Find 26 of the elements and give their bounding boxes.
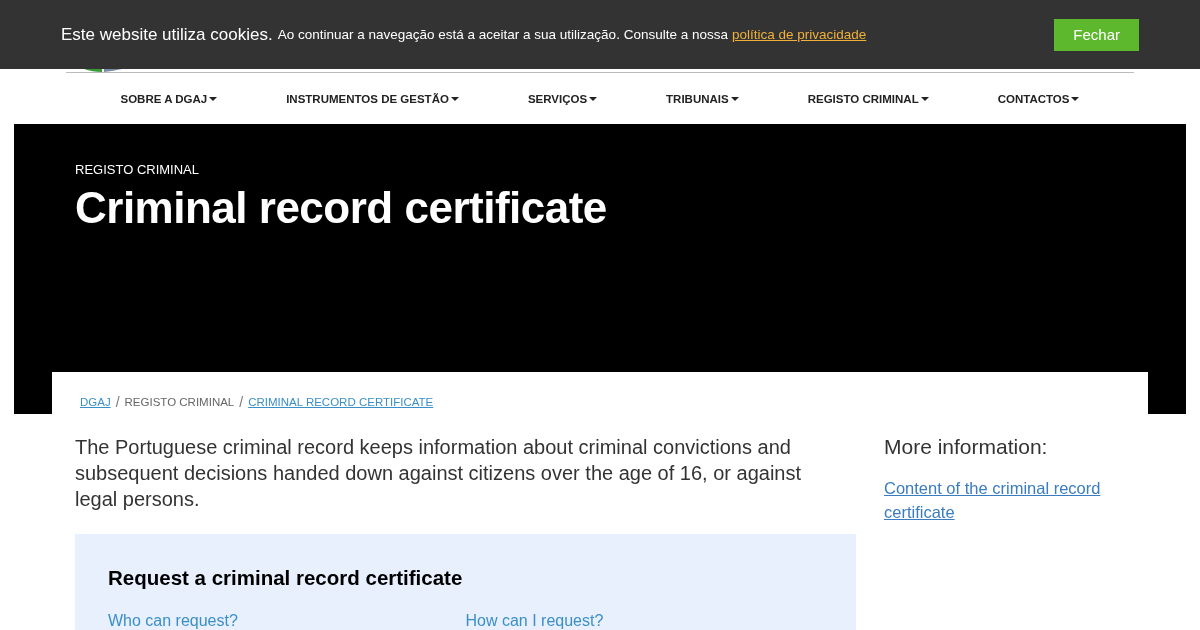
- cookie-text: Ao continuar a navegação está a aceitar a sua utilização. Consulte a nossa: [277, 27, 728, 42]
- caret-icon: [209, 96, 218, 101]
- sidebar-title: More information:: [884, 434, 1049, 460]
- breadcrumb-current: REGISTO CRIMINAL: [124, 396, 235, 408]
- caret-icon: [589, 96, 598, 101]
- intro-paragraph: The Portuguese criminal record keeps information about criminal convictions and subsequent decisions handed down against citizens over the age of 16, or against legal persons.: [75, 435, 803, 512]
- sidebar-link[interactable]: Content of the criminal record certificate: [884, 476, 1144, 524]
- breadcrumb-separator: /: [239, 394, 244, 410]
- caret-icon: [1071, 96, 1080, 101]
- nav-item[interactable]: CONTACTOS: [997, 92, 1080, 105]
- nav-item[interactable]: INSTRUMENTOS DE GESTÃO: [286, 92, 459, 105]
- nav-item[interactable]: REGISTO CRIMINAL: [807, 92, 929, 105]
- breadcrumb-separator: /: [115, 394, 120, 410]
- page-title: Criminal record certificate: [75, 183, 608, 233]
- caret-icon: [450, 96, 459, 101]
- request-title: Request a criminal record certificate: [108, 566, 464, 590]
- caret-icon: [730, 96, 739, 101]
- caret-icon: [920, 96, 929, 101]
- nav-item[interactable]: SOBRE A DGAJ: [120, 92, 218, 105]
- breadcrumb-link[interactable]: CRIMINAL RECORD CERTIFICATE: [248, 396, 434, 408]
- privacy-link[interactable]: política de privacidade: [731, 27, 867, 42]
- nav-item[interactable]: SERVIÇOS: [527, 92, 598, 105]
- hero-eyebrow: REGISTO CRIMINAL: [75, 162, 200, 177]
- cookie-title: Este website utiliza cookies.: [61, 24, 273, 45]
- nav-item[interactable]: TRIBUNAIS: [666, 92, 739, 105]
- breadcrumb-link[interactable]: DGAJ: [80, 396, 111, 408]
